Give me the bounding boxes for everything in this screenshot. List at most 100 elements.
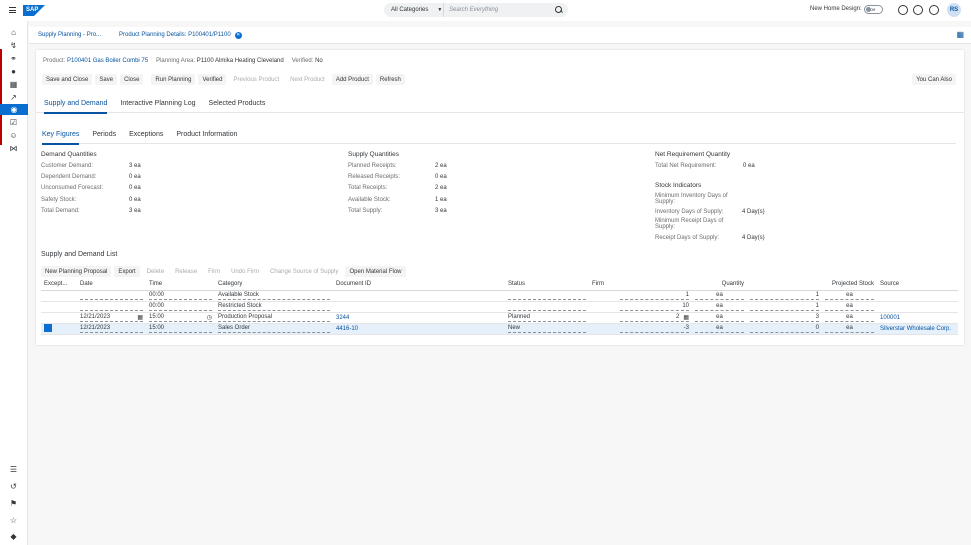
table-row[interactable]: 00:00 Restricted Stock 10 ea 1 ea xyxy=(41,301,959,313)
source-link[interactable]: 100001 xyxy=(877,312,959,324)
col-time[interactable]: Time xyxy=(146,279,215,291)
status-input[interactable] xyxy=(508,291,586,300)
you-can-also-button[interactable]: You Can Also xyxy=(912,74,956,85)
flow-icon[interactable]: ↯ xyxy=(7,40,20,51)
home-icon[interactable]: ⌂ xyxy=(7,27,20,38)
refresh-button[interactable]: Refresh xyxy=(375,74,405,85)
table-row[interactable]: 00:00 Available Stock 1 ea 1 ea xyxy=(41,290,959,302)
calendar-icon[interactable]: ▦ xyxy=(956,30,964,39)
date-input[interactable]: 12/21/2023 ▦ xyxy=(80,313,143,322)
export-button[interactable]: Export xyxy=(114,266,140,277)
change-source-button[interactable]: Change Source of Supply xyxy=(266,266,342,277)
help-icon[interactable] xyxy=(929,5,939,15)
subtab-exceptions[interactable]: Exceptions xyxy=(129,128,163,144)
status-input[interactable]: Planned xyxy=(508,313,586,322)
tab-selected-products[interactable]: Selected Products xyxy=(209,97,266,113)
col-document[interactable]: Document ID xyxy=(333,279,505,291)
run-planning-button[interactable]: Run Planning xyxy=(151,74,196,85)
menu-icon[interactable] xyxy=(9,7,16,13)
open-material-flow-button[interactable]: Open Material Flow xyxy=(345,266,406,277)
quantity-input[interactable]: 1 xyxy=(620,291,689,300)
trend-icon[interactable]: ↗ xyxy=(7,92,20,103)
next-product-button[interactable]: Next Product xyxy=(286,74,329,85)
calendar-icon[interactable]: ▦ xyxy=(7,79,20,90)
col-source[interactable]: Source xyxy=(877,279,959,291)
tab-supply-planning[interactable]: Supply Planning - Pro... xyxy=(29,27,110,44)
new-planning-proposal-button[interactable]: New Planning Proposal xyxy=(41,266,112,277)
save-close-button[interactable]: Save and Close xyxy=(42,74,93,85)
col-date[interactable]: Date xyxy=(77,279,146,291)
date-input[interactable]: 12/21/2023 xyxy=(80,324,143,333)
close-icon[interactable]: ✕ xyxy=(234,31,242,39)
joule-icon[interactable] xyxy=(898,5,908,15)
quantity-input[interactable]: -3 xyxy=(620,324,689,333)
tab-supply-demand[interactable]: Supply and Demand xyxy=(44,97,108,114)
col-quantity[interactable]: Quantity xyxy=(617,279,748,291)
product-link[interactable]: P100401 Gas Boiler Combi 75 xyxy=(67,58,148,64)
globe-icon[interactable]: ⚭ xyxy=(7,53,20,64)
category-select[interactable]: All Categories ▼ xyxy=(384,3,444,17)
flag-icon[interactable]: ⚑ xyxy=(7,498,20,509)
previous-product-button[interactable]: Previous Product xyxy=(229,74,283,85)
search-input[interactable]: Search Everything xyxy=(444,7,554,13)
quantity-input[interactable]: 2 ▦ xyxy=(620,313,689,322)
col-firm[interactable]: Firm xyxy=(589,279,617,291)
status-input[interactable] xyxy=(508,302,586,311)
time-input[interactable]: 15:00 ◷ xyxy=(149,313,212,322)
document-link[interactable]: 3244 xyxy=(333,312,505,324)
world-icon[interactable]: ● xyxy=(7,66,20,77)
col-category[interactable]: Category xyxy=(215,279,333,291)
source-link[interactable]: Silverstar Wholesale Corp. xyxy=(877,323,959,335)
new-home-toggle[interactable]: Off xyxy=(864,5,883,14)
unit-input[interactable]: ea xyxy=(695,291,745,300)
category-input[interactable]: Available Stock xyxy=(218,291,330,300)
category-input[interactable]: Restricted Stock xyxy=(218,302,330,311)
date-input[interactable] xyxy=(80,291,143,300)
close-button[interactable]: Close xyxy=(120,74,144,85)
time-input[interactable]: 00:00 xyxy=(149,302,212,311)
favorites-icon[interactable]: ☆ xyxy=(7,515,20,526)
date-input[interactable] xyxy=(80,302,143,311)
people-icon[interactable]: ☺ xyxy=(7,130,20,141)
unit-input[interactable]: ea xyxy=(695,313,745,322)
subtab-product-information[interactable]: Product Information xyxy=(176,128,237,144)
sap-logo[interactable]: SAP xyxy=(23,5,45,16)
row-selected-indicator[interactable] xyxy=(44,323,52,332)
calendar-icon[interactable]: ▦ xyxy=(137,314,143,321)
time-input[interactable]: 00:00 xyxy=(149,291,212,300)
unit-input[interactable]: ea xyxy=(695,302,745,311)
checklist-icon[interactable]: ☑ xyxy=(7,117,20,128)
firm-button[interactable]: Firm xyxy=(204,266,224,277)
status-input[interactable]: New xyxy=(508,324,586,333)
planning-icon[interactable]: ◉ xyxy=(0,104,28,115)
category-input[interactable]: Production Proposal xyxy=(218,313,330,322)
tag-icon[interactable]: ◆ xyxy=(7,531,20,542)
search-bar[interactable]: All Categories ▼ Search Everything xyxy=(384,3,568,17)
col-exception[interactable]: Except... xyxy=(41,279,77,291)
tab-interactive-log[interactable]: Interactive Planning Log xyxy=(120,97,195,113)
notifications-icon[interactable] xyxy=(913,5,923,15)
delete-button[interactable]: Delete xyxy=(143,266,168,277)
category-input[interactable]: Sales Order xyxy=(218,324,330,333)
avatar[interactable]: RS xyxy=(947,3,961,17)
time-input[interactable]: 15:00 xyxy=(149,324,212,333)
list-icon[interactable]: ☰ xyxy=(7,464,20,475)
add-product-button[interactable]: Add Product xyxy=(331,74,373,85)
release-button[interactable]: Release xyxy=(171,266,201,277)
verified-button[interactable]: Verified xyxy=(198,74,227,85)
unit-input[interactable]: ea xyxy=(695,324,745,333)
col-projected-stock[interactable]: Projected Stock xyxy=(747,279,878,291)
table-row[interactable]: 12/21/2023 ▦ 15:00 ◷ Production Proposal 3… xyxy=(41,312,959,324)
clock-icon[interactable]: ◷ xyxy=(207,314,212,321)
document-link[interactable]: 4416-10 xyxy=(333,323,505,335)
value-help-icon[interactable]: ▦ xyxy=(683,314,689,321)
search-icon[interactable] xyxy=(554,5,564,15)
quantity-input[interactable]: 10 xyxy=(620,302,689,311)
col-status[interactable]: Status xyxy=(505,279,589,291)
history-icon[interactable]: ↺ xyxy=(7,481,20,492)
subtab-periods[interactable]: Periods xyxy=(92,128,116,144)
subtab-key-figures[interactable]: Key Figures xyxy=(42,128,80,145)
save-button[interactable]: Save xyxy=(95,74,118,85)
share-icon[interactable]: ⋈ xyxy=(7,143,20,154)
table-row-selected[interactable]: 12/21/2023 15:00 Sales Order 4416-10 New… xyxy=(41,323,959,335)
